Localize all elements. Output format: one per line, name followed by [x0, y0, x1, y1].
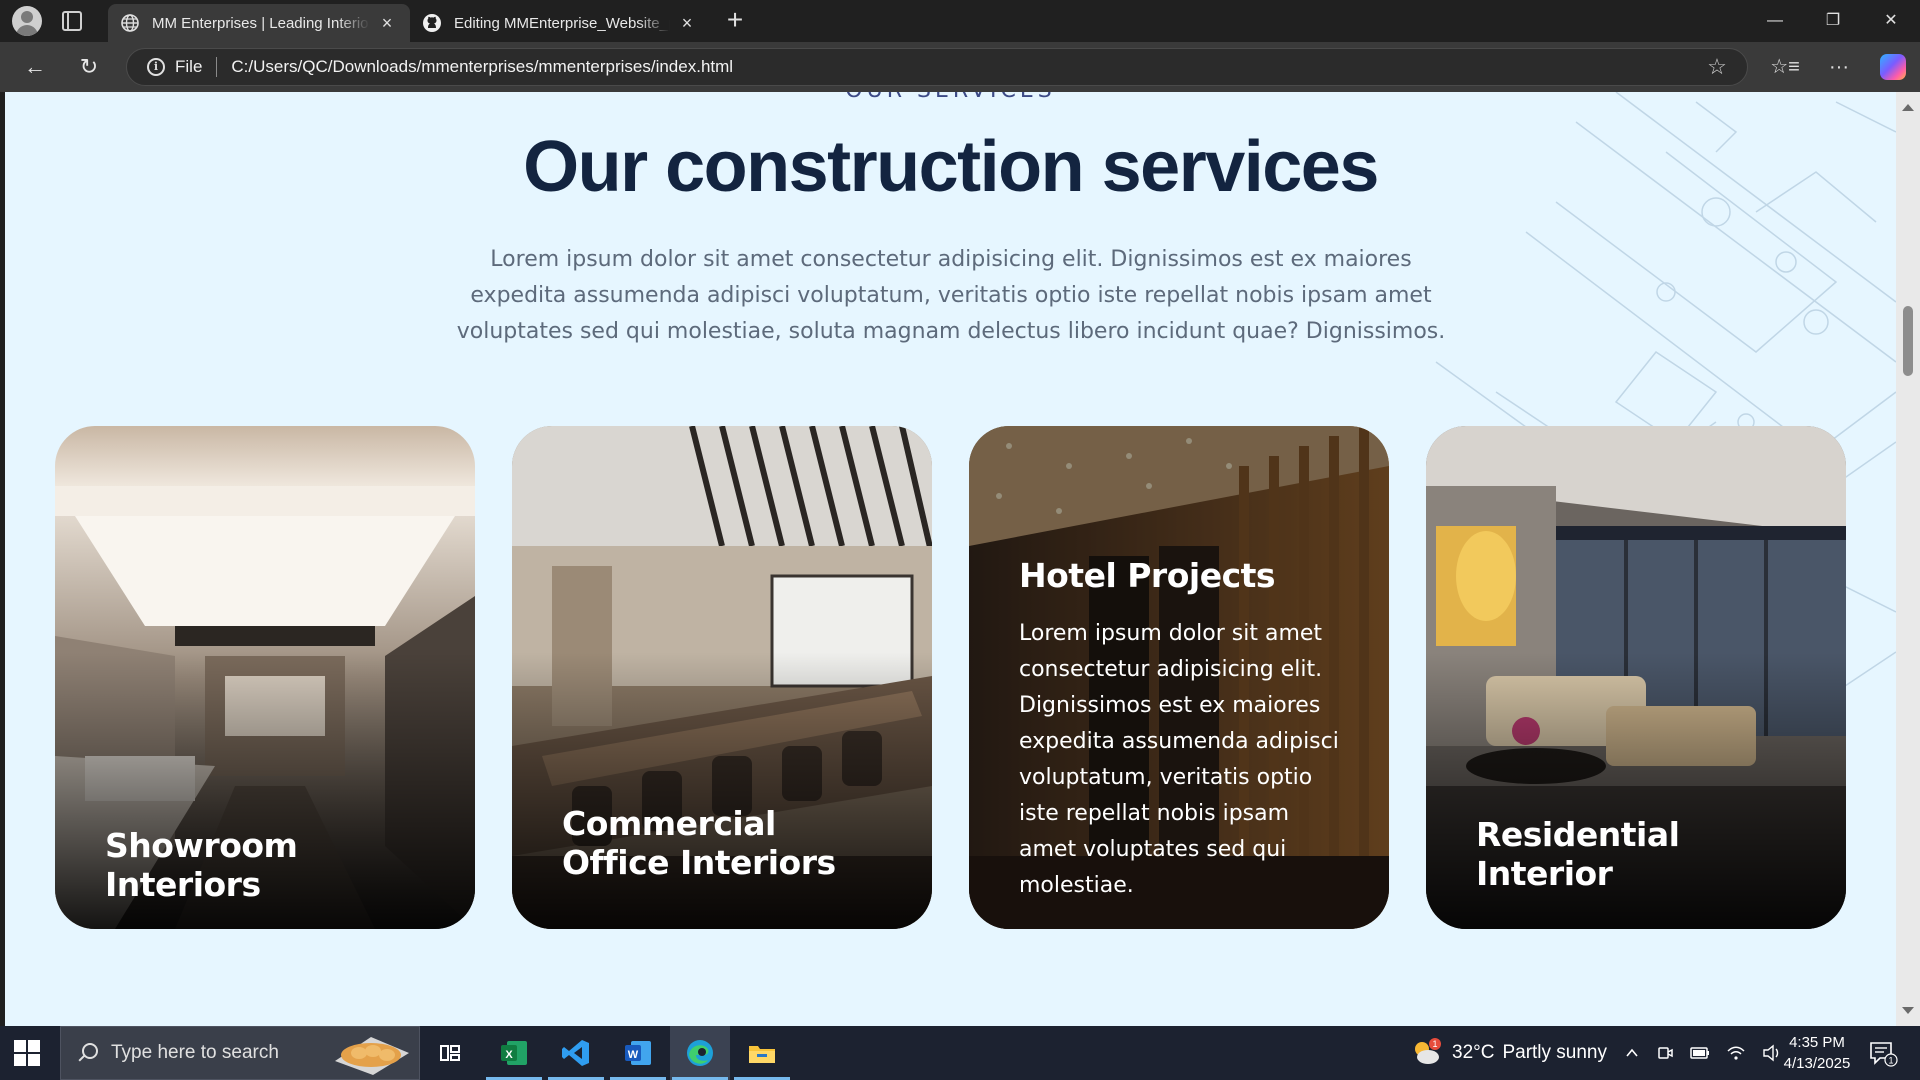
windows-start-icon[interactable] — [14, 1040, 40, 1066]
meet-now-icon[interactable] — [1656, 1044, 1674, 1062]
card-title: Commercial Office Interiors — [562, 804, 836, 882]
github-icon — [423, 14, 441, 32]
svg-text:X: X — [505, 1049, 513, 1061]
url-text[interactable]: C:/Users/QC/Downloads/mmenterprises/mmen… — [231, 57, 1705, 77]
browser-titlebar: MM Enterprises | Leading Interior × Edit… — [0, 0, 1920, 42]
partly-sunny-icon: 1 — [1415, 1038, 1441, 1064]
service-card-residential[interactable]: Residential Interior — [1426, 426, 1846, 929]
service-card-hotel-projects[interactable]: Hotel Projects Lorem ipsum dolor sit ame… — [969, 426, 1389, 929]
taskbar-search-box[interactable]: Type here to search — [60, 1026, 420, 1080]
card-title: Residential Interior — [1476, 815, 1680, 893]
notification-center-icon[interactable]: 1 — [1868, 1038, 1898, 1068]
search-highlight-bread-icon — [335, 1037, 409, 1075]
restore-button[interactable]: ❐ — [1804, 0, 1862, 42]
browser-toolbar: ← ↻ i File C:/Users/QC/Downloads/mmenter… — [0, 42, 1920, 92]
show-hidden-icons-chevron-icon[interactable] — [1624, 1045, 1640, 1061]
clock-date: 4/13/2025 — [1783, 1055, 1851, 1072]
tab-title: Editing MMEnterprise_Website_pr — [454, 14, 670, 32]
close-tab-icon[interactable]: × — [376, 12, 398, 34]
section-eyebrow: OUR SERVICES — [5, 92, 1896, 103]
card-title: Showroom Interiors — [105, 826, 298, 904]
tab-mm-enterprises[interactable]: MM Enterprises | Leading Interior × — [108, 4, 410, 42]
page-scrollbar[interactable] — [1896, 92, 1920, 1026]
more-options-icon[interactable]: ··· — [1824, 52, 1854, 82]
favorite-star-icon[interactable]: ☆ — [1705, 55, 1729, 79]
weather-condition: Partly sunny — [1502, 1042, 1607, 1063]
file-explorer-icon[interactable] — [732, 1026, 792, 1080]
section-title: Our construction services — [523, 127, 1379, 207]
page-viewport: OUR SERVICES Our construction services L… — [5, 92, 1896, 1026]
scroll-thumb[interactable] — [1903, 306, 1913, 376]
excel-icon[interactable]: X — [484, 1026, 544, 1080]
scroll-up-arrow-icon[interactable] — [1902, 104, 1914, 111]
favorites-icon[interactable]: ☆≡ — [1770, 52, 1800, 82]
close-window-button[interactable]: ✕ — [1862, 0, 1920, 42]
windows-taskbar: Type here to search X W 1 32°C Partly su… — [0, 1026, 1920, 1080]
window-controls: — ❐ ✕ — [1746, 0, 1920, 42]
weather-widget[interactable]: 1 32°C Partly sunny — [1410, 1026, 1607, 1080]
svg-text:W: W — [628, 1049, 639, 1061]
vscode-icon[interactable] — [546, 1026, 606, 1080]
wifi-icon[interactable] — [1726, 1044, 1746, 1062]
word-icon[interactable]: W — [608, 1026, 668, 1080]
copilot-icon[interactable] — [1880, 54, 1906, 80]
section-description: Lorem ipsum dolor sit amet consectetur a… — [456, 247, 1446, 344]
globe-icon — [121, 14, 139, 32]
scheme-label: File — [175, 57, 203, 76]
card-description: Lorem ipsum dolor sit amet consectetur a… — [1019, 621, 1339, 898]
task-view-icon[interactable] — [420, 1026, 480, 1080]
back-button[interactable]: ← — [20, 52, 50, 82]
edge-icon[interactable] — [670, 1026, 730, 1080]
minimize-button[interactable]: — — [1746, 0, 1804, 42]
search-placeholder: Type here to search — [111, 1042, 279, 1063]
new-tab-button[interactable]: + — [722, 6, 748, 34]
search-icon — [77, 1043, 98, 1063]
taskbar-clock[interactable]: 4:35 PM 4/13/2025 — [1772, 1032, 1862, 1074]
battery-icon[interactable] — [1690, 1046, 1710, 1060]
weather-alert-badge: 1 — [1432, 1039, 1437, 1049]
close-tab-icon[interactable]: × — [676, 12, 698, 34]
site-info-icon[interactable]: i — [147, 58, 165, 76]
clock-time: 4:35 PM — [1789, 1034, 1845, 1051]
card-title: Hotel Projects — [1019, 556, 1276, 595]
service-card-showroom[interactable]: Showroom Interiors — [55, 426, 475, 929]
tab-editing-github[interactable]: Editing MMEnterprise_Website_pr × — [410, 4, 710, 42]
notification-count: 1 — [1888, 1056, 1893, 1066]
weather-temp: 32°C — [1452, 1042, 1495, 1063]
address-bar[interactable]: i File C:/Users/QC/Downloads/mmenterpris… — [126, 48, 1748, 86]
refresh-button[interactable]: ↻ — [74, 52, 104, 82]
service-card-commercial-office[interactable]: Commercial Office Interiors — [512, 426, 932, 929]
profile-avatar[interactable] — [12, 6, 42, 36]
address-divider — [216, 57, 218, 77]
tab-actions-icon[interactable] — [62, 11, 82, 31]
tab-title: MM Enterprises | Leading Interior — [152, 14, 370, 32]
system-tray — [1624, 1026, 1782, 1080]
scroll-down-arrow-icon[interactable] — [1902, 1007, 1914, 1014]
